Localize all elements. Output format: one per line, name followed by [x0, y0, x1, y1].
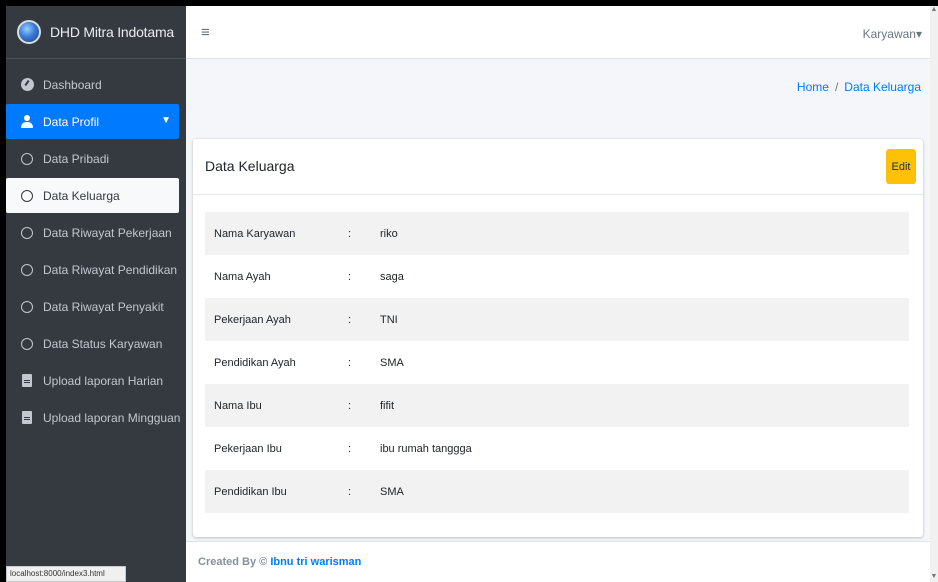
table-row: Nama Karyawan : riko	[205, 212, 909, 255]
row-colon: :	[348, 485, 352, 498]
breadcrumb: Home / Data Keluarga	[797, 80, 921, 94]
hamburger-menu-icon[interactable]: ≡	[201, 24, 210, 41]
dashboard-icon	[19, 78, 35, 91]
brand-logo-icon	[17, 20, 41, 44]
sidebar-item-riwayat-penyakit[interactable]: Data Riwayat Penyakit	[6, 289, 186, 324]
table-row: Nama Ibu : fifit	[205, 384, 909, 427]
table-row: Pekerjaan Ayah : TNI	[205, 298, 909, 341]
brand-name: DHD Mitra Indotama	[50, 24, 174, 40]
sidebar-item-data-pribadi[interactable]: Data Pribadi	[6, 141, 186, 176]
sidebar-item-upload-mingguan[interactable]: Upload laporan Mingguan	[6, 400, 186, 435]
page-footer: Created By © Ibnu tri warisman	[186, 541, 930, 582]
data-keluarga-card: Data Keluarga Edit Nama Karyawan : riko …	[193, 139, 923, 537]
sidebar-item-data-profil[interactable]: Data Profil ▼	[6, 104, 179, 139]
status-bar-url: localhost:8000/index3.html	[6, 566, 126, 582]
sidebar-item-label: Data Riwayat Pendidikan	[43, 262, 178, 277]
row-value: SMA	[380, 356, 404, 369]
brand-link[interactable]: DHD Mitra Indotama	[6, 6, 186, 59]
sidebar-item-label: Data Status Karyawan	[43, 336, 163, 351]
footer-credit: Created By © Ibnu tri warisman	[198, 556, 361, 568]
chevron-down-icon: ▾	[915, 27, 922, 41]
sidebar-item-label: Dashboard	[43, 77, 102, 92]
vertical-scrollbar[interactable]: ▲ ▼	[930, 6, 938, 582]
breadcrumb-separator: /	[834, 80, 839, 94]
app-window: DHD Mitra Indotama Dashboard Data Profil…	[6, 6, 938, 582]
row-colon: :	[348, 227, 352, 240]
table-row: Pendidikan Ayah : SMA	[205, 341, 909, 384]
row-colon: :	[348, 313, 352, 326]
row-value: fifit	[380, 399, 395, 412]
row-label: Pendidikan Ibu	[214, 485, 287, 498]
document-icon	[19, 374, 35, 387]
circle-icon	[19, 152, 35, 165]
row-value: riko	[380, 227, 398, 240]
circle-icon	[19, 263, 35, 276]
row-label: Pekerjaan Ayah	[214, 313, 291, 326]
sidebar-item-upload-harian[interactable]: Upload laporan Harian	[6, 363, 186, 398]
sidebar-item-label: Upload laporan Mingguan	[43, 410, 181, 425]
row-value: saga	[380, 270, 404, 283]
circle-icon	[19, 300, 35, 313]
breadcrumb-current: Data Keluarga	[844, 80, 921, 94]
sidebar-item-data-keluarga[interactable]: Data Keluarga	[6, 178, 179, 213]
row-label: Pendidikan Ayah	[214, 356, 296, 369]
scroll-down-arrow-icon[interactable]: ▼	[930, 573, 938, 580]
sidebar-item-dashboard[interactable]: Dashboard	[6, 67, 186, 102]
row-label: Nama Karyawan	[214, 227, 296, 240]
document-icon	[19, 411, 35, 424]
row-label: Nama Ibu	[214, 399, 262, 412]
user-dropdown[interactable]: Karyawan▾	[863, 27, 922, 41]
sidebar-item-label: Data Profil	[43, 114, 100, 129]
circle-icon	[19, 226, 35, 239]
table-row: Pendidikan Ibu : SMA	[205, 470, 909, 513]
row-value: ibu rumah tanggga	[380, 442, 472, 455]
row-colon: :	[348, 442, 352, 455]
sidebar-item-label: Data Keluarga	[43, 188, 120, 203]
top-navbar: ≡ Karyawan▾	[186, 6, 930, 59]
family-data-table: Nama Karyawan : riko Nama Ayah : saga Pe…	[205, 212, 909, 513]
card-title: Data Keluarga	[205, 158, 295, 174]
edit-button[interactable]: Edit	[886, 149, 916, 184]
row-label: Pekerjaan Ibu	[214, 442, 282, 455]
chevron-down-icon: ▼	[161, 115, 171, 126]
row-colon: :	[348, 399, 352, 412]
sidebar-item-label: Upload laporan Harian	[43, 373, 164, 388]
sidebar-item-label: Data Riwayat Penyakit	[43, 299, 164, 314]
sidebar-item-riwayat-pendidikan[interactable]: Data Riwayat Pendidikan	[6, 252, 186, 287]
row-label: Nama Ayah	[214, 270, 271, 283]
sidebar-item-riwayat-pekerjaan[interactable]: Data Riwayat Pekerjaan	[6, 215, 186, 250]
circle-icon	[19, 337, 35, 350]
breadcrumb-home-link[interactable]: Home	[797, 80, 829, 94]
table-row: Pekerjaan Ibu : ibu rumah tanggga	[205, 427, 909, 470]
footer-prefix: Created By ©	[198, 556, 268, 568]
card-header: Data Keluarga Edit	[193, 139, 923, 195]
user-icon	[19, 115, 35, 128]
sidebar: DHD Mitra Indotama Dashboard Data Profil…	[6, 6, 186, 582]
user-name: Karyawan	[862, 27, 916, 41]
footer-author-link[interactable]: Ibnu tri warisman	[270, 556, 361, 568]
sidebar-item-label: Data Pribadi	[43, 151, 110, 166]
sidebar-nav: Dashboard Data Profil ▼ Data Pribadi Dat…	[6, 59, 186, 435]
row-colon: :	[348, 270, 352, 283]
sidebar-item-label: Data Riwayat Pekerjaan	[43, 225, 172, 240]
row-value: TNI	[380, 313, 398, 326]
circle-icon	[19, 189, 35, 202]
row-colon: :	[348, 356, 352, 369]
row-value: SMA	[380, 485, 404, 498]
scroll-up-arrow-icon[interactable]: ▲	[930, 6, 938, 13]
table-row: Nama Ayah : saga	[205, 255, 909, 298]
sidebar-item-status-karyawan[interactable]: Data Status Karyawan	[6, 326, 186, 361]
